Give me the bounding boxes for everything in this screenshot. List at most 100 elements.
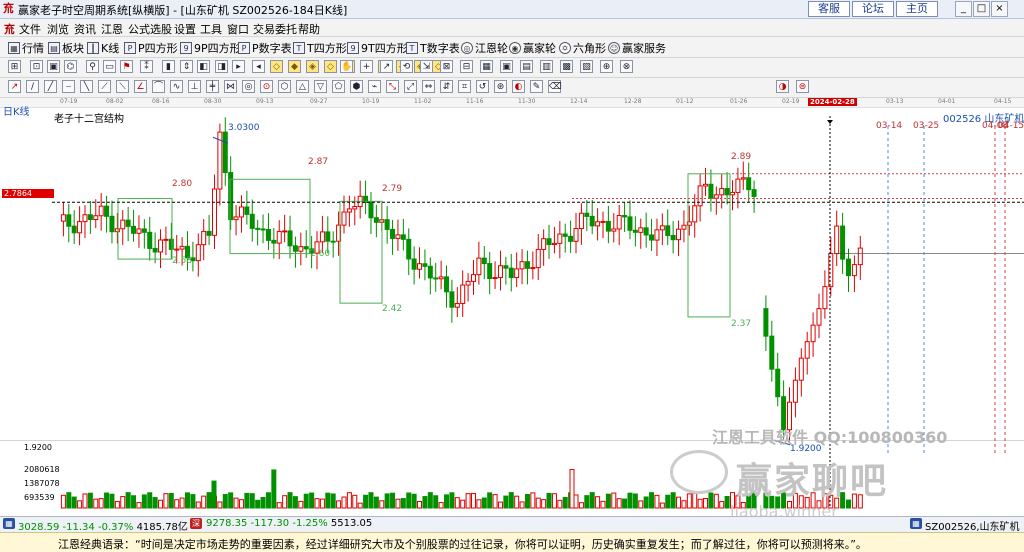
- view-tool-button[interactable]: ⇲: [420, 60, 433, 73]
- close-button[interactable]: ×: [991, 1, 1008, 17]
- menu-formula[interactable]: 公式选股: [128, 21, 172, 37]
- line-tool-button[interactable]: ⟋: [98, 80, 111, 93]
- line-tool-button[interactable]: ⬠: [332, 80, 345, 93]
- tool-winner-wheel[interactable]: ◉ 赢家轮: [509, 40, 556, 56]
- view-tool-button[interactable]: ⊟: [460, 60, 473, 73]
- line-tool-button[interactable]: ⌁: [368, 80, 381, 93]
- view-tool-button[interactable]: ▩: [560, 60, 573, 73]
- tool-kline[interactable]: ┃ K线: [87, 40, 119, 56]
- line-tool-button[interactable]: ⟍: [116, 80, 129, 93]
- window-title: 赢家老子时空周期系统[纵横版] - [山东矿机 SZ002526-184日K线]: [18, 4, 348, 17]
- view-tool-button[interactable]: +: [360, 60, 373, 73]
- menu-file[interactable]: 文件: [19, 21, 41, 37]
- line-tool-button[interactable]: ╱: [44, 80, 57, 93]
- forum-link[interactable]: 论坛: [852, 1, 894, 17]
- line-tool-button[interactable]: ⋈: [224, 80, 237, 93]
- tool-quote[interactable]: ▦ 行情: [8, 40, 44, 56]
- line-tool-button[interactable]: ◐: [512, 80, 525, 93]
- line-tool-button[interactable]: ⊥: [188, 80, 201, 93]
- line-tool-button[interactable]: ⌗: [458, 80, 471, 93]
- drawing-tool-button[interactable]: ⇕: [180, 60, 193, 73]
- drawing-tool-button[interactable]: ⁑: [140, 60, 153, 73]
- line-tool-button[interactable]: ↗: [8, 80, 21, 93]
- view-tool-button[interactable]: ▤: [520, 60, 533, 73]
- maximize-button[interactable]: □: [973, 1, 990, 17]
- view-tool-button[interactable]: ⟲: [400, 60, 413, 73]
- line-tool-button[interactable]: ∿: [170, 80, 183, 93]
- volume-bar: [697, 498, 703, 509]
- view-tool-button[interactable]: ▦: [480, 60, 493, 73]
- drawing-tool-button[interactable]: ⚲: [86, 60, 99, 73]
- view-tool-button[interactable]: ⊗: [620, 60, 633, 73]
- tool-p-square[interactable]: P P四方形: [124, 40, 178, 56]
- line-tool-button[interactable]: ⬢: [350, 80, 363, 93]
- drawing-tool-button[interactable]: ▸: [232, 60, 245, 73]
- line-tool-button[interactable]: ⌫: [548, 80, 562, 93]
- line-tool-button[interactable]: ✎: [530, 80, 543, 93]
- drawing-tool-button[interactable]: ◇: [270, 60, 283, 73]
- tool-hexagon[interactable]: ✡ 六角形: [559, 40, 606, 56]
- line-tool-button[interactable]: ⤢: [404, 80, 417, 93]
- tool-9p-square[interactable]: 9 9P四方形: [180, 40, 241, 56]
- menu-window[interactable]: 窗口: [227, 21, 249, 37]
- volume-bar: [670, 492, 676, 509]
- menu-info[interactable]: 资讯: [74, 21, 96, 37]
- drawing-tool-button[interactable]: ⚑: [120, 60, 133, 73]
- line-tool-button[interactable]: ⤡: [386, 80, 399, 93]
- line-tool-button[interactable]: ╲: [80, 80, 93, 93]
- color-tool-button[interactable]: ◑: [776, 80, 789, 93]
- menu-gann[interactable]: 江恩: [101, 21, 123, 37]
- color-tool-button[interactable]: ⊜: [796, 80, 809, 93]
- drawing-tool-button[interactable]: ◆: [288, 60, 301, 73]
- customer-service-link[interactable]: 客服: [808, 1, 850, 17]
- home-link[interactable]: 主页: [896, 1, 938, 17]
- drawing-tool-button[interactable]: ⌬: [64, 60, 77, 73]
- drawing-tool-button[interactable]: ◂: [252, 60, 265, 73]
- menu-logo-icon: 㐬: [4, 23, 15, 36]
- drawing-tool-button[interactable]: ◈: [306, 60, 319, 73]
- line-tool-button[interactable]: ◎: [242, 80, 255, 93]
- volume-bar: [438, 502, 444, 509]
- line-tool-button[interactable]: ⊙: [260, 80, 273, 93]
- drawing-tool-button[interactable]: ▮: [162, 60, 175, 73]
- line-tool-button[interactable]: ⬡: [278, 80, 291, 93]
- line-tool-button[interactable]: ⇔: [422, 80, 435, 93]
- tool-t-square[interactable]: T T四方形: [293, 40, 347, 56]
- line-tool-button[interactable]: ⎯: [62, 80, 75, 93]
- menu-tools[interactable]: 工具: [200, 21, 222, 37]
- line-tool-button[interactable]: ⊛: [494, 80, 507, 93]
- view-tool-button[interactable]: ⊕: [600, 60, 613, 73]
- line-tool-button[interactable]: /: [26, 80, 39, 93]
- drawing-tool-button[interactable]: ▭: [103, 60, 116, 73]
- tool-gann-wheel[interactable]: ◎ 江恩轮: [461, 40, 508, 56]
- line-tool-button[interactable]: ⌒: [152, 80, 165, 93]
- tool-t-number[interactable]: T T数字表: [406, 40, 460, 56]
- tool-service[interactable]: ☺ 赢家服务: [608, 40, 666, 56]
- line-tool-button[interactable]: ↺: [476, 80, 489, 93]
- line-tool-button[interactable]: ▽: [314, 80, 327, 93]
- view-tool-button[interactable]: ▥: [540, 60, 553, 73]
- minimize-button[interactable]: _: [955, 1, 972, 17]
- menu-help[interactable]: 帮助: [298, 21, 320, 37]
- line-tool-button[interactable]: ╪: [206, 80, 219, 93]
- tool-9t-square[interactable]: 9 9T四方形: [347, 40, 408, 56]
- view-tool-button[interactable]: ▧: [580, 60, 593, 73]
- view-tool-button[interactable]: ✋: [340, 60, 353, 73]
- menu-browse[interactable]: 浏览: [47, 21, 69, 37]
- view-tool-button[interactable]: ⊠: [440, 60, 453, 73]
- line-tool-button[interactable]: ⇵: [440, 80, 453, 93]
- menu-trade[interactable]: 交易委托: [253, 21, 297, 37]
- drawing-tool-button[interactable]: ⊞: [8, 60, 21, 73]
- tool-p-number[interactable]: P P数字表: [238, 40, 292, 56]
- line-tool-button[interactable]: △: [296, 80, 309, 93]
- menu-settings[interactable]: 设置: [174, 21, 196, 37]
- drawing-tool-button[interactable]: ▣: [47, 60, 60, 73]
- drawing-tool-button[interactable]: ◨: [215, 60, 228, 73]
- tool-sector[interactable]: ▤ 板块: [48, 40, 84, 56]
- drawing-tool-button[interactable]: ◧: [197, 60, 210, 73]
- view-tool-button[interactable]: ▣: [500, 60, 513, 73]
- drawing-tool-button[interactable]: ⊡: [30, 60, 43, 73]
- drawing-tool-button[interactable]: ◇: [324, 60, 337, 73]
- line-tool-button[interactable]: ∠: [134, 80, 147, 93]
- view-tool-button[interactable]: ↗: [380, 60, 393, 73]
